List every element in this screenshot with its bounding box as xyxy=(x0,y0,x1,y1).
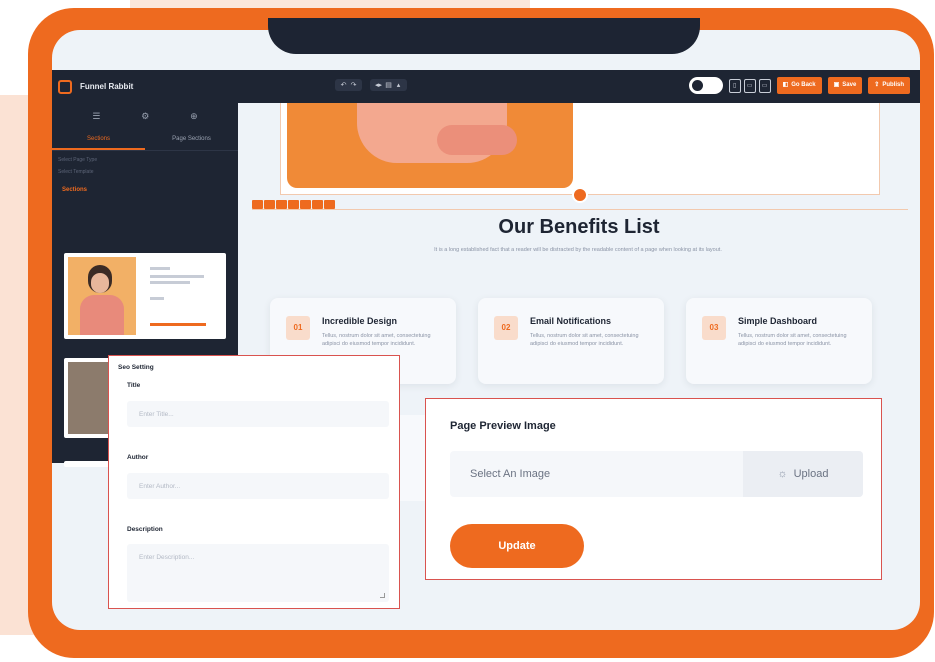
title-input[interactable]: Enter Title... xyxy=(127,401,389,427)
publish-button[interactable]: ⇪ Publish xyxy=(868,77,910,94)
section-toolbar xyxy=(252,200,335,209)
tool-group: ◂▸ ▤ ▴ xyxy=(370,79,407,91)
move-icon[interactable] xyxy=(252,200,263,209)
thumbnail-body xyxy=(80,295,124,335)
page-preview-image-panel: Page Preview Image Select An Image ☼ Uplo… xyxy=(425,398,882,580)
thumbnail-face xyxy=(91,273,109,293)
editor-tools: ↶ ↷ ◂▸ ▤ ▴ xyxy=(335,79,407,91)
template-thumbnail-1[interactable] xyxy=(64,253,226,339)
benefit-number: 01 xyxy=(286,316,310,340)
benefit-card[interactable]: 02 Email Notifications Tellus, nostrum d… xyxy=(478,298,664,384)
author-label: Author xyxy=(127,454,149,461)
go-back-label: Go Back xyxy=(791,82,816,88)
app-topbar: Funnel Rabbit ↶ ↷ ◂▸ ▤ ▴ ▯ ▭ ▭ ◧ Go Back… xyxy=(52,70,920,103)
mobile-icon[interactable]: ▯ xyxy=(728,78,741,93)
menu-icon[interactable]: ☰ xyxy=(92,111,100,122)
thumbnail-line xyxy=(150,275,204,278)
undo-redo-group: ↶ ↷ xyxy=(335,79,362,91)
description-textarea[interactable]: Enter Description... xyxy=(127,544,389,602)
benefit-title: Simple Dashboard xyxy=(738,316,818,326)
thumbnail-line xyxy=(150,267,170,270)
update-button[interactable]: Update xyxy=(450,524,584,568)
sidebar-icon-row: ☰ ⚙ ⊕ xyxy=(52,103,238,122)
title-label: Title xyxy=(127,382,141,389)
tablet-notch xyxy=(268,18,700,54)
benefit-description: Tellus, nostrum dolor sit amet, consecte… xyxy=(738,333,847,347)
seo-heading: Seo Setting xyxy=(118,364,154,371)
up-icon[interactable] xyxy=(264,200,275,209)
benefits-title: Our Benefits List xyxy=(498,216,660,238)
benefit-number: 03 xyxy=(702,316,726,340)
add-section-button[interactable] xyxy=(572,187,588,203)
sections-label: Sections xyxy=(62,187,88,193)
benefit-title: Incredible Design xyxy=(322,316,398,326)
upload-icon: ☼ xyxy=(777,468,788,480)
app-name: Funnel Rabbit xyxy=(80,82,134,91)
thumbnail-line xyxy=(150,281,190,284)
thumbnail-cta xyxy=(150,323,206,326)
preview-heading: Page Preview Image xyxy=(450,420,556,432)
back-icon: ◧ xyxy=(782,82,789,88)
publish-label: Publish xyxy=(882,82,904,88)
hero-image xyxy=(287,103,573,188)
image-select-placeholder: Select An Image xyxy=(470,468,551,480)
edit-icon[interactable] xyxy=(300,200,311,209)
seo-settings-panel: Seo Setting Title Enter Title... Author … xyxy=(108,355,400,609)
publish-icon: ⇪ xyxy=(874,82,880,88)
benefit-description: Tellus, nostrum dolor sit amet, consecte… xyxy=(322,333,431,347)
benefit-card[interactable]: 03 Simple Dashboard Tellus, nostrum dolo… xyxy=(686,298,872,384)
save-label: Save xyxy=(842,82,857,88)
select-page-type[interactable]: Select Page Type xyxy=(52,151,238,163)
benefit-description: Tellus, nostrum dolor sit amet, consecte… xyxy=(530,333,639,347)
description-label: Description xyxy=(127,526,163,533)
image-select-field[interactable]: Select An Image ☼ Upload xyxy=(450,451,863,497)
desktop-icon[interactable]: ▭ xyxy=(758,78,771,93)
sidebar-tabs: Sections Page Sections xyxy=(52,130,238,151)
benefits-subtitle: It is a long established fact that a rea… xyxy=(434,247,722,253)
description-placeholder: Enter Description... xyxy=(139,554,195,561)
benefit-title: Email Notifications xyxy=(530,316,612,326)
thumbnail-line xyxy=(150,297,164,300)
tab-page-sections[interactable]: Page Sections xyxy=(145,130,238,150)
layers-icon[interactable]: ▤ xyxy=(384,81,393,89)
hero-hand xyxy=(437,125,517,155)
add-icon[interactable]: ⊕ xyxy=(190,111,198,122)
down-icon[interactable] xyxy=(276,200,287,209)
stage: Funnel Rabbit ↶ ↷ ◂▸ ▤ ▴ ▯ ▭ ▭ ◧ Go Back… xyxy=(0,0,935,662)
author-input[interactable]: Enter Author... xyxy=(127,473,389,499)
logo-icon xyxy=(58,79,72,94)
device-switcher: ▯ ▭ ▭ xyxy=(728,78,771,93)
settings-icon[interactable]: ⚙ xyxy=(141,111,149,122)
thumbnail-photo xyxy=(68,257,136,335)
resize-handle-icon[interactable] xyxy=(380,593,385,598)
hero-section[interactable] xyxy=(280,103,880,195)
redo-icon[interactable]: ↷ xyxy=(349,81,358,89)
delete-icon[interactable] xyxy=(324,200,335,209)
settings-icon[interactable] xyxy=(312,200,323,209)
go-back-button[interactable]: ◧ Go Back xyxy=(776,77,822,94)
tablet-icon[interactable]: ▭ xyxy=(743,78,756,93)
tab-sections[interactable]: Sections xyxy=(52,130,145,150)
save-button[interactable]: ▣ Save xyxy=(827,77,863,94)
benefit-number: 02 xyxy=(494,316,518,340)
section-outline xyxy=(252,209,908,210)
preview-toggle[interactable] xyxy=(688,77,723,94)
code-icon[interactable]: ◂▸ xyxy=(374,81,383,89)
save-icon: ▣ xyxy=(833,82,840,88)
undo-icon[interactable]: ↶ xyxy=(339,81,348,89)
topbar-actions: ▯ ▭ ▭ ◧ Go Back ▣ Save ⇪ Publish xyxy=(688,77,910,94)
upload-label: Upload xyxy=(793,468,829,480)
arrow-up-icon[interactable]: ▴ xyxy=(394,81,403,89)
copy-icon[interactable] xyxy=(288,200,299,209)
upload-button[interactable]: ☼ Upload xyxy=(743,451,863,497)
select-template[interactable]: Select Template xyxy=(52,163,238,175)
